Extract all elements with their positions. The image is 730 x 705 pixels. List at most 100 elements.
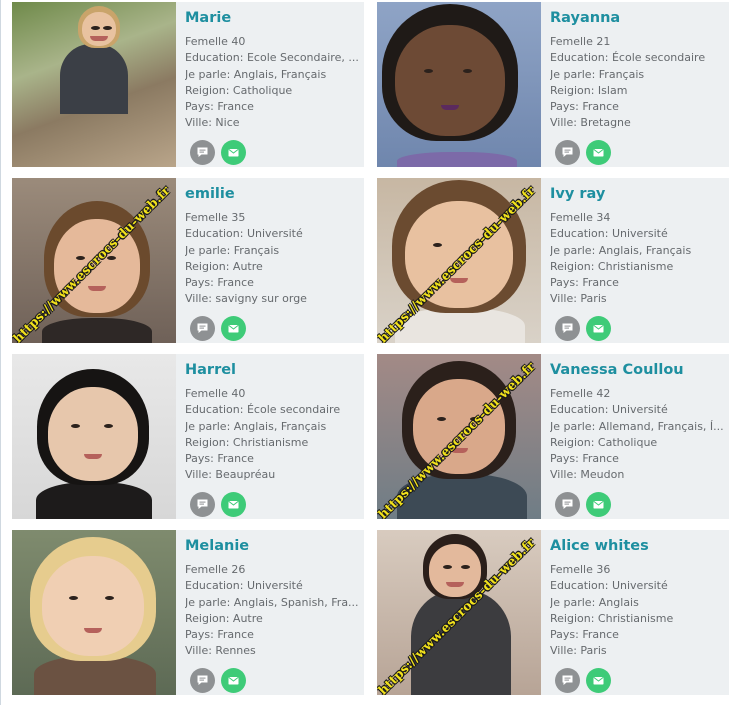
message-button[interactable] [555,492,580,517]
mail-button[interactable] [221,140,246,165]
profile-city-label: Ville: [185,468,216,482]
profile-religion: Reigion: Christianisme [550,611,725,627]
profile-card[interactable]: Rayanna Femelle 21 Education: École second… [377,2,729,167]
profile-languages-label: Je parle: [185,67,234,81]
profile-education-label: Education: [185,51,247,65]
message-button[interactable] [190,316,215,341]
profile-name[interactable]: Marie [185,8,360,34]
profile-gender-age: Femelle 42 [550,387,611,400]
profile-name[interactable]: Alice whites [550,536,725,562]
profile-religion-value: Catholique [232,83,293,97]
profile-religion: Reigion: Christianisme [185,435,360,451]
profile-languages-label: Je parle: [550,67,599,81]
photo-face [42,555,144,657]
envelope-icon [593,325,604,333]
profile-city-label: Ville: [185,644,216,658]
profile-actions [190,316,246,341]
profile-info: Melanie Femelle 26 Education: Université Je… [185,536,360,660]
profile-education-value: Ecole Secondaire, ... [246,51,359,65]
profile-city-value: Meudon [580,468,625,482]
profile-country: Pays: France [550,99,725,115]
mail-button[interactable] [586,140,611,165]
profile-photo[interactable] [12,530,176,695]
profile-city-label: Ville: [550,292,581,306]
profile-education-label: Education: [550,403,612,417]
profile-languages: Je parle: Anglais, Français [550,243,725,259]
profile-country-value: France [217,452,254,466]
profile-name[interactable]: emilie [185,184,360,210]
profile-name[interactable]: Vanessa Coullou [550,360,725,386]
photo-body [60,44,128,114]
profile-languages-value: Anglais [598,595,639,609]
envelope-icon [228,501,239,509]
profile-photo[interactable]: https://www.escrocs-du-web.fr [12,178,176,343]
profile-info: Vanessa Coullou Femelle 42 Education: Univ… [550,360,725,484]
profile-languages: Je parle: Anglais, Français [185,67,360,83]
chat-bubble-icon [562,675,573,685]
photo-mouth [446,582,464,588]
profile-languages-label: Je parle: [550,243,599,257]
profile-card[interactable]: https://www.escrocs-du-web.fr Vanessa Cou… [377,354,729,519]
profile-name[interactable]: Harrel [185,360,360,386]
profile-name[interactable]: Rayanna [550,8,725,34]
message-button[interactable] [190,668,215,693]
profile-card[interactable]: https://www.escrocs-du-web.fr emilie Femel… [12,178,364,343]
profile-photo[interactable] [377,2,541,167]
photo-eye [68,595,78,600]
profile-gender-age: Femelle 40 [185,35,246,48]
message-button[interactable] [190,492,215,517]
profile-card[interactable]: Marie Femelle 40 Education: Ecole Secondai… [12,2,364,167]
profile-city-value: Rennes [215,644,256,658]
profile-photo[interactable]: https://www.escrocs-du-web.fr [377,354,541,519]
photo-eye [103,25,113,30]
profile-city-label: Ville: [185,292,216,306]
profile-education-label: Education: [550,51,612,65]
profile-languages-value: Anglais, Français [598,243,692,257]
profile-languages-label: Je parle: [185,243,234,257]
profile-card[interactable]: Harrel Femelle 40 Education: École seconda… [12,354,364,519]
profile-education: Education: Université [550,578,725,594]
photo-eye [90,25,100,30]
profile-photo[interactable] [12,354,176,519]
profile-education-value: École secondaire [611,51,706,65]
profile-country-value: France [217,100,254,114]
profile-actions [190,140,246,165]
profile-religion-value: Autre [232,611,263,625]
profile-languages-label: Je parle: [550,595,599,609]
message-button[interactable] [555,316,580,341]
profile-card[interactable]: Melanie Femelle 26 Education: Université Je… [12,530,364,695]
profile-religion-value: Christianisme [597,259,674,273]
profile-religion-label: Reigion: [550,83,598,97]
mail-button[interactable] [586,492,611,517]
envelope-icon [228,677,239,685]
profile-city-label: Ville: [550,644,581,658]
mail-button[interactable] [586,316,611,341]
profile-photo[interactable] [12,2,176,167]
photo-eye [105,595,115,600]
mail-button[interactable] [221,316,246,341]
mail-button[interactable] [221,492,246,517]
profile-name[interactable]: Ivy ray [550,184,725,210]
profile-card[interactable]: https://www.escrocs-du-web.fr Alice white… [377,530,729,695]
message-button[interactable] [555,140,580,165]
profile-photo[interactable]: https://www.escrocs-du-web.fr [377,530,541,695]
profile-city-value: Beaupréau [215,468,276,482]
mail-button[interactable] [221,668,246,693]
mail-button[interactable] [586,668,611,693]
profile-city: Ville: savigny sur orge [185,291,360,307]
profile-country-label: Pays: [550,100,583,114]
profile-city: Ville: Paris [550,643,725,659]
profile-city: Ville: Bretagne [550,115,725,131]
profile-gender-age: Femelle 34 [550,211,611,224]
profile-languages-value: Anglais, Français [233,419,327,433]
profile-name[interactable]: Melanie [185,536,360,562]
profile-country-label: Pays: [185,628,218,642]
profile-country-label: Pays: [185,100,218,114]
profile-card[interactable]: https://www.escrocs-du-web.fr Ivy ray Feme… [377,178,729,343]
message-button[interactable] [190,140,215,165]
profile-country-value: France [217,628,254,642]
profile-religion-label: Reigion: [550,259,598,273]
profile-photo[interactable]: https://www.escrocs-du-web.fr [377,178,541,343]
profile-religion-label: Reigion: [185,259,233,273]
message-button[interactable] [555,668,580,693]
